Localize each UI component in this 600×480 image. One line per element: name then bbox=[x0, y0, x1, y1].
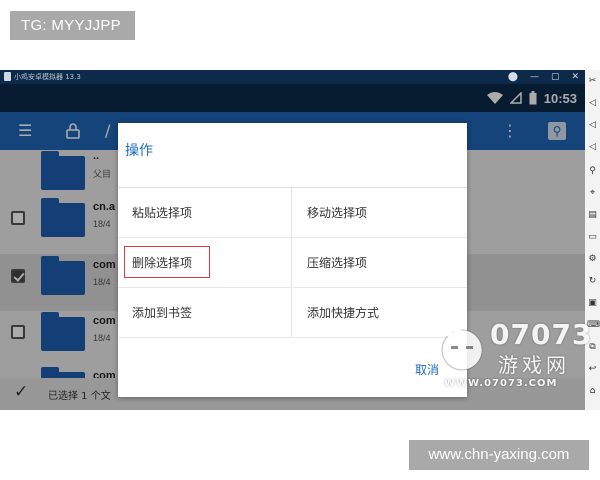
watermark-name: 游戏网 bbox=[498, 353, 570, 377]
maximize-button[interactable]: ▢ bbox=[551, 70, 560, 84]
options-grid: 粘贴选择项 移动选择项 删除选择项 压缩选择项 添加到书签 添加快捷方式 bbox=[118, 187, 467, 340]
add-bookmark-option[interactable]: 添加到书签 bbox=[118, 288, 292, 338]
site-watermark: 07073 游戏网 WWW.07073.COM bbox=[438, 318, 591, 400]
screenshot-icon[interactable]: ▣ bbox=[587, 298, 598, 309]
app-logo-icon bbox=[4, 72, 11, 81]
cancel-button[interactable]: 取消 bbox=[415, 361, 439, 378]
emulator-side-toolbar: ✂ ◁ ◁ ◁ ⚲ ⌖ ▤ ▭ ⚙ ↻ ▣ ⌨ ⧉ ↩ ⌂ bbox=[585, 70, 600, 410]
dialog-title: 操作 bbox=[125, 143, 153, 159]
volume-mute-icon[interactable]: ◁ bbox=[587, 142, 598, 153]
paste-selection-option[interactable]: 粘贴选择项 bbox=[118, 188, 292, 238]
emulator-titlebar: 小鸡安卓模拟器 13.3 ⬤ — ▢ ✕ bbox=[0, 70, 585, 84]
minimize-button[interactable]: — bbox=[530, 70, 539, 84]
tg-badge: TG: MYYJJPP bbox=[10, 11, 135, 40]
home-icon[interactable]: ⌂ bbox=[587, 386, 598, 397]
settings-icon[interactable]: ⚙ bbox=[587, 254, 598, 265]
close-button[interactable]: ✕ bbox=[571, 70, 579, 84]
volume-up-icon[interactable]: ◁ bbox=[587, 98, 598, 109]
move-selection-option[interactable]: 移动选择项 bbox=[293, 188, 467, 238]
watermark-domain: WWW.07073.COM bbox=[444, 378, 558, 389]
volume-down-icon[interactable]: ◁ bbox=[587, 120, 598, 131]
emulator-title: 小鸡安卓模拟器 13.3 bbox=[14, 73, 81, 81]
watermark-number: 07073 bbox=[490, 318, 593, 351]
keyboard-mode-button[interactable]: ⬤ bbox=[508, 70, 518, 84]
folder-share-icon[interactable]: ▭ bbox=[587, 232, 598, 243]
site-url-badge: www.chn-yaxing.com bbox=[409, 440, 589, 470]
operation-dialog: 操作 粘贴选择项 移动选择项 删除选择项 压缩选择项 添加到书签 添加快捷方式 … bbox=[118, 123, 467, 397]
highlight-box bbox=[124, 246, 210, 278]
mascot-icon bbox=[441, 327, 483, 371]
compress-selection-option[interactable]: 压缩选择项 bbox=[293, 238, 467, 288]
zoom-icon[interactable]: ⚲ bbox=[587, 166, 598, 177]
location-icon[interactable]: ⌖ bbox=[587, 188, 598, 199]
back-icon[interactable]: ↩ bbox=[587, 364, 598, 375]
apk-install-icon[interactable]: ▤ bbox=[587, 210, 598, 221]
scissors-icon[interactable]: ✂ bbox=[587, 76, 598, 87]
rotate-icon[interactable]: ↻ bbox=[587, 276, 598, 287]
